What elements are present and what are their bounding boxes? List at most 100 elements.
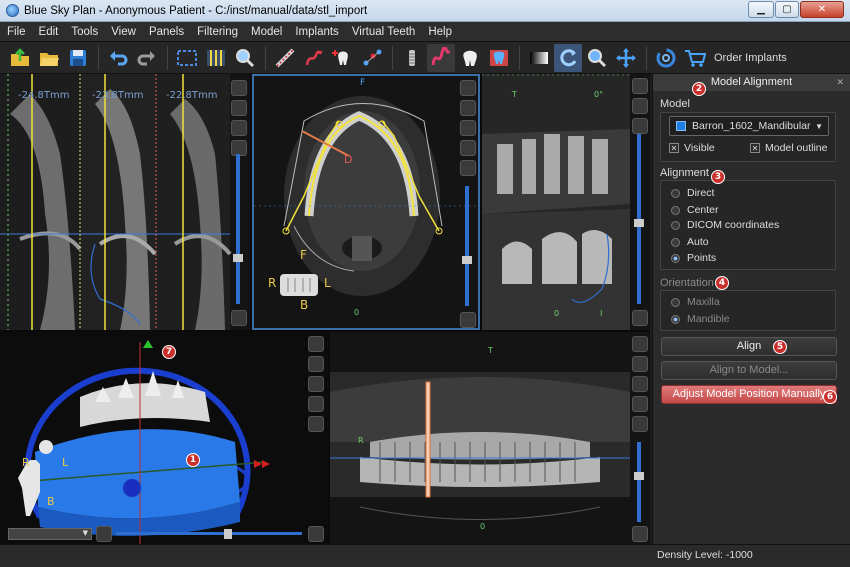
model-select[interactable]: Barron_1602_Mandibular ▼ (669, 116, 829, 136)
spiral-button[interactable] (652, 44, 680, 72)
slice-viewport[interactable]: -24.8Tmm -23.8Tmm -22.8Tmm (0, 74, 250, 330)
menu-panels[interactable]: Panels (149, 26, 184, 38)
model-outline-checkbox[interactable]: ✕ Model outline (750, 142, 827, 154)
slices-button[interactable] (202, 44, 230, 72)
pano-option-5[interactable] (632, 416, 648, 432)
tooth-color-button[interactable] (485, 44, 513, 72)
nerve-draw-button[interactable] (427, 43, 455, 72)
align-to-model-button[interactable]: Align to Model... (661, 361, 837, 380)
cross-option-2[interactable] (632, 98, 648, 114)
alignment-auto[interactable]: Auto (671, 236, 709, 248)
order-implants-button[interactable] (681, 44, 709, 72)
axial-option-3[interactable] (460, 120, 476, 136)
save-button[interactable] (64, 44, 92, 72)
model-outline-label: Model outline (765, 142, 828, 154)
orientation-mandible[interactable]: Mandible (671, 313, 730, 325)
menu-tools[interactable]: Tools (71, 26, 98, 38)
axial-option-1[interactable] (460, 80, 476, 96)
model-option-1[interactable] (308, 336, 324, 352)
pano-option-3[interactable] (632, 376, 648, 392)
alignment-dicom[interactable]: DICOM coordinates (671, 219, 779, 231)
model-next-button[interactable] (308, 526, 324, 542)
model-slider-handle[interactable] (224, 529, 232, 539)
menu-file[interactable]: File (7, 26, 26, 38)
menu-view[interactable]: View (111, 26, 136, 38)
orientation-maxilla[interactable]: Maxilla (671, 296, 720, 308)
pano-slider[interactable] (637, 442, 641, 522)
zoom-view-button[interactable] (583, 44, 611, 72)
measure-button[interactable] (271, 44, 299, 72)
close-button[interactable]: ✕ (800, 1, 844, 18)
axial-option-4[interactable] (460, 140, 476, 156)
model-orient-r: R (22, 456, 30, 469)
pan-button[interactable] (612, 44, 640, 72)
gradient-button[interactable] (525, 44, 553, 72)
view-option-button-1[interactable] (231, 80, 247, 96)
axial-next-button[interactable] (460, 312, 476, 328)
menu-filtering[interactable]: Filtering (197, 26, 238, 38)
axial-slider[interactable] (465, 186, 469, 306)
pano-next-button[interactable] (632, 526, 648, 542)
model-dropdown[interactable]: ▼ (8, 528, 92, 540)
panel-close-icon[interactable]: ✕ (836, 74, 844, 91)
slice-slider[interactable] (236, 154, 240, 304)
zoom-button[interactable] (231, 44, 259, 72)
axial-option-5[interactable] (460, 160, 476, 176)
panoramic-viewport[interactable]: T R 0 (330, 332, 650, 544)
axial-slider-handle[interactable] (462, 256, 472, 264)
model-option-3[interactable] (308, 376, 324, 392)
axial-option-2[interactable] (460, 100, 476, 116)
minimize-button[interactable]: ▁ (748, 1, 774, 18)
import-button[interactable] (6, 44, 34, 72)
pano-slider-handle[interactable] (634, 472, 644, 480)
model-select-value: Barron_1602_Mandibular (692, 120, 811, 132)
undo-button[interactable] (104, 44, 132, 72)
order-implants-label[interactable]: Order Implants (714, 52, 787, 64)
model-slider[interactable] (116, 532, 302, 535)
rotate-button[interactable] (554, 43, 582, 72)
pano-option-1[interactable] (632, 336, 648, 352)
cross-section-viewport[interactable]: T 0° 0 I (482, 74, 650, 330)
tooth-button[interactable] (456, 44, 484, 72)
slice-slider-handle[interactable] (233, 254, 243, 262)
view-option-button-2[interactable] (231, 100, 247, 116)
model-option-5[interactable] (308, 416, 324, 432)
alignment-center[interactable]: Center (671, 204, 719, 216)
pano-option-4[interactable] (632, 396, 648, 412)
pano-option-2[interactable] (632, 356, 648, 372)
layout-button[interactable] (173, 44, 201, 72)
redo-button[interactable] (133, 44, 161, 72)
points-button[interactable] (358, 44, 386, 72)
slice-next-button[interactable] (231, 310, 247, 326)
axial-viewport[interactable]: F D F R L B 0 (252, 74, 480, 330)
align-button[interactable]: Align (661, 337, 837, 356)
menu-virtual-teeth[interactable]: Virtual Teeth (352, 26, 416, 38)
alignment-points[interactable]: Points (671, 252, 716, 264)
callout-5: 5 (773, 340, 787, 354)
cross-slider-handle[interactable] (634, 219, 644, 227)
model-3d-viewport[interactable]: R L B ▼ (0, 332, 328, 544)
open-button[interactable] (35, 44, 63, 72)
alignment-direct[interactable]: Direct (671, 187, 714, 199)
menu-model[interactable]: Model (251, 26, 282, 38)
radio-icon (671, 220, 680, 230)
tooth-add-button[interactable] (329, 44, 357, 72)
menu-help[interactable]: Help (428, 26, 452, 38)
maximize-button[interactable]: ▢ (775, 1, 799, 18)
menu-edit[interactable]: Edit (39, 26, 59, 38)
adjust-model-position-button[interactable]: Adjust Model Position Manually (661, 385, 837, 404)
model-option-4[interactable] (308, 396, 324, 412)
redo-icon (137, 50, 155, 65)
visible-checkbox[interactable]: ✕ Visible (669, 142, 715, 154)
cross-option-3[interactable] (632, 118, 648, 134)
view-option-button-3[interactable] (231, 120, 247, 136)
cross-option-1[interactable] (632, 78, 648, 94)
model-prev-button[interactable] (96, 526, 112, 542)
implant-button[interactable] (398, 44, 426, 72)
radio-selected-icon (671, 253, 680, 263)
nerve-button[interactable] (300, 44, 328, 72)
model-option-2[interactable] (308, 356, 324, 372)
callout-7: 7 (162, 345, 176, 359)
menu-implants[interactable]: Implants (295, 26, 338, 38)
cross-next-button[interactable] (632, 310, 648, 326)
